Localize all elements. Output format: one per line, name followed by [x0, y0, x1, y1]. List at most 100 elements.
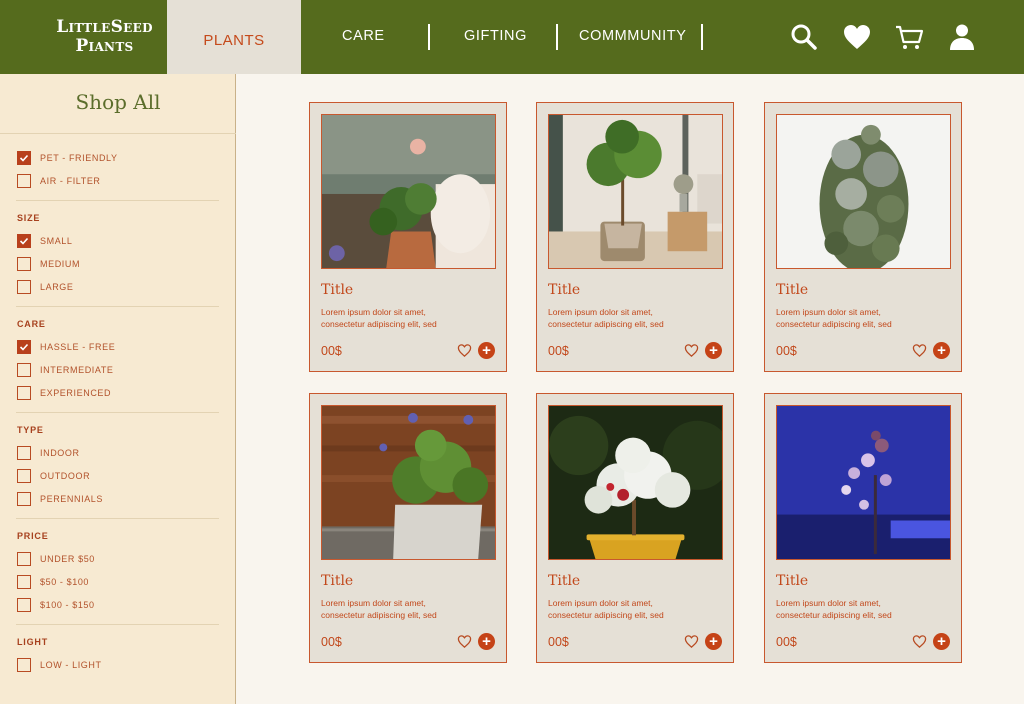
sidebar-divider	[16, 200, 219, 201]
filter-100-150[interactable]: $100 - $150	[17, 598, 95, 612]
product-title[interactable]: Title	[548, 573, 580, 589]
filter-label: UNDER $50	[40, 554, 95, 564]
filter-indoor[interactable]: INDOOR	[17, 446, 80, 460]
product-description: Lorem ipsum dolor sit amet, consectetur …	[776, 598, 956, 621]
cart-icon[interactable]	[894, 22, 924, 52]
checkbox[interactable]	[17, 234, 31, 248]
brand-line-1: LittleSeed	[56, 17, 153, 37]
wishlist-heart-icon[interactable]	[684, 343, 699, 358]
product-card[interactable]: Title Lorem ipsum dolor sit amet, consec…	[309, 102, 507, 372]
product-image[interactable]	[321, 114, 496, 269]
add-to-cart-plus-icon[interactable]: +	[705, 633, 722, 650]
product-description: Lorem ipsum dolor sit amet, consectetur …	[548, 598, 728, 621]
product-image[interactable]	[321, 405, 496, 560]
add-to-cart-plus-icon[interactable]: +	[933, 633, 950, 650]
checkbox[interactable]	[17, 280, 31, 294]
checkbox[interactable]	[17, 363, 31, 377]
product-desc-line: consectetur adipiscing elit, sed	[548, 609, 664, 620]
filter-label: INDOOR	[40, 448, 80, 458]
filter-air-filter[interactable]: AIR - FILTER	[17, 174, 101, 188]
checkbox[interactable]	[17, 446, 31, 460]
checkbox[interactable]	[17, 469, 31, 483]
filter-label: PERENNIALS	[40, 494, 104, 504]
filter-under-50[interactable]: UNDER $50	[17, 552, 95, 566]
product-price: 00$	[321, 344, 342, 358]
product-image[interactable]	[776, 114, 951, 269]
filter-sidebar: Shop All PET - FRIENDLY AIR - FILTER SIZ…	[0, 74, 236, 704]
filter-low-light[interactable]: LOW - LIGHT	[17, 658, 102, 672]
add-to-cart-plus-icon[interactable]: +	[478, 633, 495, 650]
product-title[interactable]: Title	[321, 282, 353, 298]
nav-divider	[428, 24, 430, 50]
wishlist-heart-icon[interactable]	[457, 634, 472, 649]
filter-label: SMALL	[40, 236, 73, 246]
checkbox[interactable]	[17, 257, 31, 271]
filter-label: LOW - LIGHT	[40, 660, 102, 670]
product-title[interactable]: Title	[776, 573, 808, 589]
wishlist-heart-icon[interactable]	[684, 634, 699, 649]
product-desc-line: consectetur adipiscing elit, sed	[321, 609, 437, 620]
filter-hassle-free[interactable]: HASSLE - FREE	[17, 340, 115, 354]
filter-label: MEDIUM	[40, 259, 81, 269]
section-heading-price: PRICE	[17, 531, 49, 541]
filter-label: PET - FRIENDLY	[40, 153, 118, 163]
nav-tab-plants[interactable]: PLANTS	[167, 0, 301, 74]
checkbox[interactable]	[17, 492, 31, 506]
product-title[interactable]: Title	[548, 282, 580, 298]
product-image[interactable]	[548, 114, 723, 269]
filter-large[interactable]: LARGE	[17, 280, 74, 294]
checkbox[interactable]	[17, 552, 31, 566]
checkbox[interactable]	[17, 174, 31, 188]
sidebar-divider	[16, 518, 219, 519]
product-price: 00$	[321, 635, 342, 649]
filter-experienced[interactable]: EXPERIENCED	[17, 386, 111, 400]
checkbox[interactable]	[17, 340, 31, 354]
nav-divider	[556, 24, 558, 50]
product-desc-line: consectetur adipiscing elit, sed	[548, 318, 664, 329]
filter-label: LARGE	[40, 282, 74, 292]
checkbox[interactable]	[17, 658, 31, 672]
product-card[interactable]: Title Lorem ipsum dolor sit amet, consec…	[536, 393, 734, 663]
brand-line-2: Piants	[75, 36, 134, 56]
product-title[interactable]: Title	[776, 282, 808, 298]
filter-outdoor[interactable]: OUTDOOR	[17, 469, 90, 483]
nav-tab-community[interactable]: COMMMUNITY	[579, 28, 687, 44]
product-image[interactable]	[776, 405, 951, 560]
add-to-cart-plus-icon[interactable]: +	[478, 342, 495, 359]
filter-label: AIR - FILTER	[40, 176, 101, 186]
product-card[interactable]: Title Lorem ipsum dolor sit amet, consec…	[764, 393, 962, 663]
add-to-cart-plus-icon[interactable]: +	[933, 342, 950, 359]
filter-pet-friendly[interactable]: PET - FRIENDLY	[17, 151, 118, 165]
product-description: Lorem ipsum dolor sit amet, consectetur …	[321, 307, 501, 330]
checkbox[interactable]	[17, 598, 31, 612]
heart-icon[interactable]	[842, 22, 872, 52]
filter-label: $50 - $100	[40, 577, 90, 587]
product-title[interactable]: Title	[321, 573, 353, 589]
brand-logo[interactable]: LittleSeed Piants	[42, 18, 167, 56]
filter-medium[interactable]: MEDIUM	[17, 257, 80, 271]
product-card[interactable]: Title Lorem ipsum dolor sit amet, consec…	[309, 393, 507, 663]
checkbox[interactable]	[17, 575, 31, 589]
user-icon[interactable]	[947, 22, 977, 52]
checkbox[interactable]	[17, 151, 31, 165]
product-desc-line: consectetur adipiscing elit, sed	[321, 318, 437, 329]
filter-intermediate[interactable]: INTERMEDIATE	[17, 363, 114, 377]
product-desc-line: Lorem ipsum dolor sit amet,	[321, 598, 426, 608]
product-card[interactable]: Title Lorem ipsum dolor sit amet, consec…	[764, 102, 962, 372]
section-heading-type: TYPE	[17, 425, 44, 435]
nav-tab-gifting[interactable]: GIFTING	[464, 28, 527, 44]
filter-perennials[interactable]: PERENNIALS	[17, 492, 103, 506]
product-desc-line: Lorem ipsum dolor sit amet,	[321, 307, 426, 317]
product-card[interactable]: Title Lorem ipsum dolor sit amet, consec…	[536, 102, 734, 372]
add-to-cart-plus-icon[interactable]: +	[705, 342, 722, 359]
filter-50-100[interactable]: $50 - $100	[17, 575, 89, 589]
wishlist-heart-icon[interactable]	[912, 634, 927, 649]
checkbox[interactable]	[17, 386, 31, 400]
wishlist-heart-icon[interactable]	[912, 343, 927, 358]
product-image[interactable]	[548, 405, 723, 560]
product-desc-line: Lorem ipsum dolor sit amet,	[776, 307, 881, 317]
nav-tab-care[interactable]: CARE	[342, 28, 385, 44]
wishlist-heart-icon[interactable]	[457, 343, 472, 358]
filter-small[interactable]: SMALL	[17, 234, 73, 248]
search-icon[interactable]	[789, 22, 819, 52]
